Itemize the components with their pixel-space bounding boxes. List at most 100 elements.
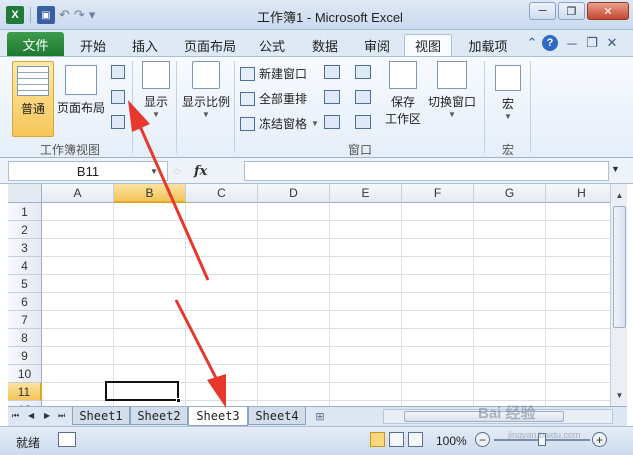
prev-sheet-icon[interactable]: ◀ (28, 411, 34, 420)
active-cell-b11[interactable] (105, 381, 179, 401)
normal-view-status-icon[interactable] (370, 432, 385, 447)
save-workspace-button[interactable]: 保存 工作区 (384, 61, 422, 137)
vertical-scrollbar[interactable]: ▲ ▼ (610, 184, 627, 406)
page-break-preview-icon[interactable] (111, 65, 125, 79)
tab-addins[interactable]: 加载项 (460, 34, 516, 56)
workbook-restore-icon[interactable]: ❐ (584, 35, 600, 51)
scroll-down-icon[interactable]: ▼ (613, 388, 626, 402)
excel-app-icon[interactable]: X (6, 6, 24, 24)
minimize-button[interactable]: ─ (529, 2, 556, 20)
column-header[interactable]: C (186, 184, 258, 203)
save-icon[interactable]: ▣ (37, 6, 55, 24)
split-icon[interactable] (324, 65, 340, 79)
row-header[interactable]: 9 (8, 347, 42, 365)
undo-icon[interactable]: ↶ (59, 7, 70, 23)
tab-file[interactable]: 文件 (7, 32, 64, 56)
fill-handle[interactable] (176, 398, 181, 403)
tab-formulas[interactable]: 公式 (252, 34, 292, 56)
insert-worksheet-icon[interactable]: ⊞ (310, 408, 330, 424)
expand-formula-bar-icon[interactable]: ▼ (611, 164, 620, 174)
column-header[interactable]: A (42, 184, 114, 203)
custom-views-icon[interactable] (111, 90, 125, 104)
qat-separator (30, 7, 31, 23)
new-window-icon (240, 66, 255, 81)
first-sheet-icon[interactable]: ⏮ (12, 411, 19, 421)
new-window-button[interactable]: 新建窗口 (240, 65, 307, 82)
formula-input[interactable] (244, 161, 609, 181)
tab-insert[interactable]: 插入 (124, 34, 166, 56)
macro-recording-icon[interactable] (58, 432, 76, 447)
zoom-button[interactable]: 显示比例 ▼ (180, 61, 232, 133)
group-separator (234, 61, 235, 153)
group-separator (530, 61, 531, 153)
column-header[interactable]: D (258, 184, 330, 203)
macros-button[interactable]: 宏 ▼ (490, 65, 526, 137)
select-all-corner[interactable] (8, 184, 42, 203)
sheet-tab-sheet1[interactable]: Sheet1 (72, 407, 130, 425)
workbook-minimize-icon[interactable]: ─ (564, 35, 580, 51)
zoom-level[interactable]: 100% (436, 434, 467, 448)
workbook-close-icon[interactable]: ✕ (604, 35, 620, 51)
tab-page-layout[interactable]: 页面布局 (178, 34, 242, 56)
show-button[interactable]: 显示 ▼ (138, 61, 174, 133)
group-separator (484, 61, 485, 153)
tab-home[interactable]: 开始 (72, 34, 114, 56)
formula-handle-icon[interactable]: ◌ (174, 166, 180, 177)
column-header[interactable]: E (330, 184, 402, 203)
page-layout-view-button[interactable]: 页面布局 (56, 65, 106, 137)
restore-button[interactable]: ❐ (558, 2, 585, 20)
full-screen-icon[interactable] (111, 115, 125, 129)
redo-icon[interactable]: ↷ (74, 7, 85, 23)
column-header[interactable]: H (546, 184, 610, 203)
close-button[interactable]: ✕ (587, 2, 629, 20)
macros-icon (495, 65, 521, 91)
arrange-all-button[interactable]: 全部重排 (240, 90, 307, 107)
vertical-scroll-thumb[interactable] (613, 206, 626, 328)
row-header[interactable]: 1 (8, 203, 42, 221)
row-header[interactable]: 5 (8, 275, 42, 293)
freeze-panes-button[interactable]: 冻结窗格 ▼ (240, 115, 319, 132)
help-icon[interactable]: ? (542, 35, 558, 51)
cell-area[interactable] (42, 203, 610, 406)
row-header[interactable]: 3 (8, 239, 42, 257)
name-box[interactable]: B11 (8, 161, 168, 181)
row-header[interactable]: 7 (8, 311, 42, 329)
normal-view-button[interactable]: 普通 (12, 61, 54, 137)
row-header[interactable]: 4 (8, 257, 42, 275)
insert-function-icon[interactable]: fx (194, 164, 207, 179)
row-header[interactable]: 8 (8, 329, 42, 347)
sheet-tab-sheet2[interactable]: Sheet2 (130, 407, 188, 425)
reset-window-position-icon[interactable] (355, 115, 371, 129)
unhide-window-icon[interactable] (324, 115, 340, 129)
last-sheet-icon[interactable]: ⏭ (58, 411, 65, 421)
sheet-tab-sheet3[interactable]: Sheet3 (188, 407, 248, 426)
page-layout-label: 页面布局 (56, 101, 105, 115)
zoom-in-icon[interactable]: + (592, 432, 607, 447)
customize-qat-icon[interactable]: ▾ (89, 7, 96, 23)
synchronous-scrolling-icon[interactable] (355, 90, 371, 104)
tab-data[interactable]: 数据 (304, 34, 346, 56)
row-header[interactable]: 2 (8, 221, 42, 239)
freeze-panes-dropdown-icon: ▼ (311, 119, 319, 128)
page-layout-status-icon[interactable] (389, 432, 404, 447)
column-header[interactable]: G (474, 184, 546, 203)
view-side-by-side-icon[interactable] (355, 65, 371, 79)
column-header-selected[interactable]: B (114, 184, 186, 203)
macros-dropdown-icon: ▼ (504, 112, 512, 121)
name-box-dropdown-icon[interactable]: ▼ (150, 167, 158, 176)
tab-review[interactable]: 审阅 (356, 34, 398, 56)
switch-windows-button[interactable]: 切换窗口 ▼ (426, 61, 478, 137)
collapse-ribbon-icon[interactable]: ⌃ (524, 35, 540, 51)
window-controls: ─ ❐ ✕ (529, 2, 629, 20)
row-header[interactable]: 10 (8, 365, 42, 383)
scroll-up-icon[interactable]: ▲ (613, 188, 626, 202)
next-sheet-icon[interactable]: ▶ (44, 411, 50, 420)
tab-view[interactable]: 视图 (404, 34, 452, 56)
zoom-out-icon[interactable]: − (475, 432, 490, 447)
row-header-selected[interactable]: 11 (8, 383, 42, 401)
sheet-tab-sheet4[interactable]: Sheet4 (248, 407, 306, 425)
page-break-status-icon[interactable] (408, 432, 423, 447)
hide-window-icon[interactable] (324, 90, 340, 104)
row-header[interactable]: 6 (8, 293, 42, 311)
column-header[interactable]: F (402, 184, 474, 203)
